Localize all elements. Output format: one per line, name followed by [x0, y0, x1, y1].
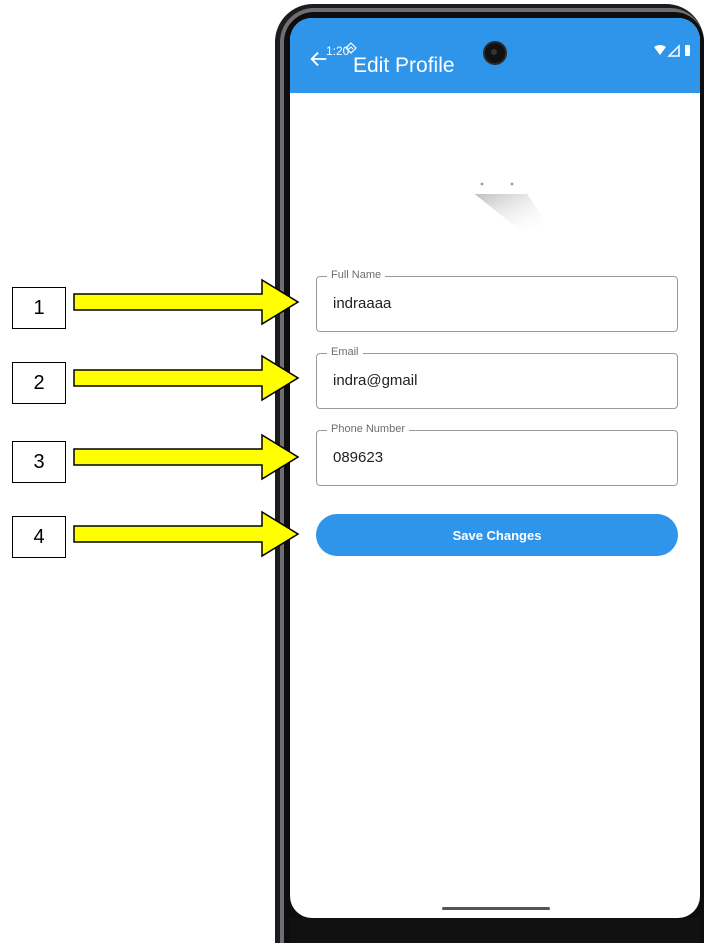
full-name-label: Full Name	[327, 269, 386, 281]
phone-number-label: Phone Number	[327, 423, 409, 435]
phone-screen: 1:20 Edit Profile Full Name indraaaa Ema…	[290, 18, 700, 918]
camera-icon	[485, 43, 505, 63]
home-indicator[interactable]	[442, 907, 550, 910]
annotation-number-1: 1	[12, 287, 66, 329]
email-value[interactable]: indra@gmail	[333, 372, 417, 389]
annotation-number-3: 3	[12, 441, 66, 483]
full-name-value[interactable]: indraaaa	[333, 295, 391, 312]
app-bar: 1:20 Edit Profile	[290, 18, 700, 93]
phone-number-field[interactable]: Phone Number 089623	[316, 423, 678, 486]
annotation-arrow-4	[73, 510, 300, 558]
wifi-icon	[654, 45, 666, 55]
annotation-number-4: 4	[12, 516, 66, 558]
phone-number-value[interactable]: 089623	[333, 449, 383, 466]
annotation-arrow-3	[73, 433, 300, 481]
status-icons	[654, 44, 690, 57]
location-icon	[345, 42, 357, 54]
annotation-number-2: 2	[12, 362, 66, 404]
full-name-field[interactable]: Full Name indraaaa	[316, 269, 678, 332]
signal-icon	[667, 44, 680, 57]
email-field[interactable]: Email indra@gmail	[316, 346, 678, 409]
annotation-arrow-2	[73, 354, 300, 402]
page-title: Edit Profile	[353, 54, 455, 77]
annotation-arrow-1	[73, 278, 300, 326]
email-label: Email	[327, 346, 363, 358]
save-changes-button[interactable]: Save Changes	[316, 514, 678, 556]
battery-icon	[685, 45, 690, 56]
profile-image[interactable]	[468, 178, 548, 238]
phone-chin	[290, 918, 700, 943]
